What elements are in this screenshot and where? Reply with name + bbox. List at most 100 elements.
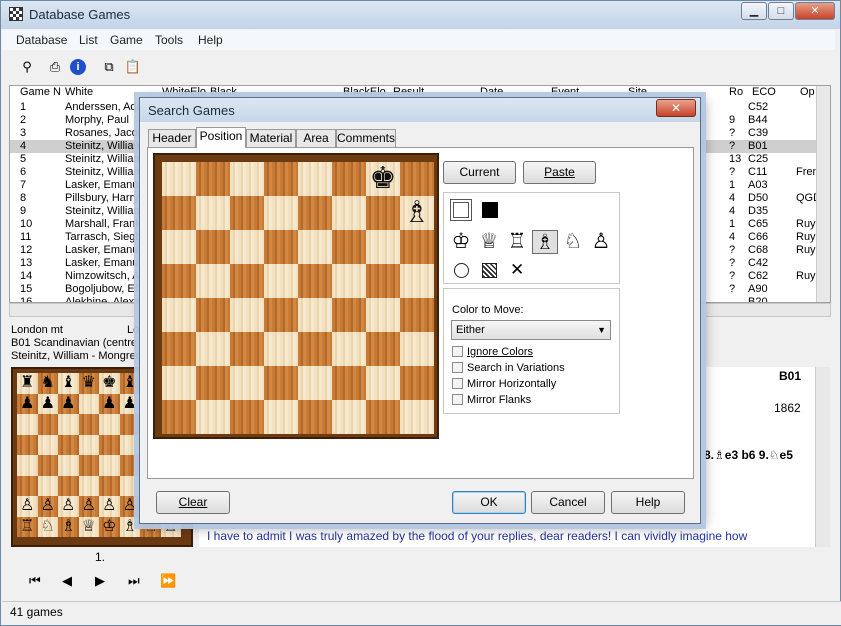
current-button[interactable]: Current [443,161,516,184]
board-square[interactable] [400,230,434,264]
board-square[interactable] [400,162,434,196]
board-square[interactable] [298,196,332,230]
board-square[interactable] [332,332,366,366]
board-square[interactable] [400,298,434,332]
board-square[interactable] [298,366,332,400]
ok-button[interactable]: OK [452,491,526,514]
board-square[interactable] [196,332,230,366]
board-square[interactable] [264,298,298,332]
board-square[interactable] [264,366,298,400]
print-icon[interactable]: ⎙ [46,59,64,75]
board-square[interactable] [162,230,196,264]
last-move-icon[interactable]: ⏭ [128,573,140,589]
cancel-button[interactable]: Cancel [531,491,605,514]
board-square[interactable] [196,162,230,196]
col-eco[interactable]: ECO [752,86,776,100]
search-position-board[interactable]: ♚ ♗ [153,153,439,439]
tab-material[interactable]: Material [246,129,296,147]
board-square[interactable] [298,230,332,264]
board-square[interactable] [196,230,230,264]
board-square[interactable] [366,264,400,298]
board-square[interactable] [332,162,366,196]
board-square[interactable] [230,264,264,298]
board-square[interactable] [264,162,298,196]
board-square[interactable] [196,298,230,332]
board-square[interactable] [400,332,434,366]
mirror-horizontally-checkbox[interactable]: Mirror Horizontally [452,378,556,392]
board-square[interactable] [230,162,264,196]
board-square[interactable] [264,196,298,230]
white-piece-h7[interactable]: ♗ [400,196,434,230]
next-move-icon[interactable]: ▶ [95,573,105,589]
board-square[interactable] [366,196,400,230]
white-color-swatch[interactable] [450,199,472,221]
board-square[interactable] [162,400,196,434]
paste-button[interactable]: Paste [523,161,596,184]
dialog-close-button[interactable]: ✕ [656,99,696,117]
board-square[interactable] [230,400,264,434]
board-square[interactable] [230,230,264,264]
rook-piece-icon[interactable]: ♖ [504,230,530,254]
board-square[interactable] [332,196,366,230]
menu-list[interactable]: List [79,33,98,47]
copy-icon[interactable]: ⧉ [100,59,118,75]
board-square[interactable] [298,400,332,434]
empty-square-icon[interactable] [454,263,469,278]
fast-forward-icon[interactable]: ⏩ [160,573,176,589]
black-color-swatch[interactable] [482,202,498,218]
board-square[interactable] [332,264,366,298]
board-square[interactable] [298,162,332,196]
board-square[interactable] [332,298,366,332]
menu-help[interactable]: Help [198,33,223,47]
board-square[interactable] [196,366,230,400]
board-square[interactable] [230,332,264,366]
color-to-move-select[interactable]: Either ▼ [451,320,611,340]
notes-moves[interactable]: 8.♗e3 b6 9.♘e5 [704,448,793,462]
board-square[interactable] [230,366,264,400]
col-round[interactable]: Ro [729,86,743,100]
tab-header[interactable]: Header [148,129,196,147]
board-square[interactable] [230,298,264,332]
board-square[interactable] [162,196,196,230]
board-square[interactable] [264,264,298,298]
menu-database[interactable]: Database [16,33,67,47]
board-square[interactable] [366,400,400,434]
board-square[interactable] [230,196,264,230]
menu-tools[interactable]: Tools [155,33,183,47]
first-move-icon[interactable]: ⏮ [29,573,41,589]
board-square[interactable] [332,400,366,434]
info-icon[interactable]: i [70,59,86,75]
knight-piece-icon[interactable]: ♘ [560,230,586,254]
board-square[interactable] [366,332,400,366]
board-square[interactable] [400,400,434,434]
board-square[interactable] [332,366,366,400]
board-square[interactable] [264,230,298,264]
black-piece-g8[interactable]: ♚ [366,162,400,196]
board-square[interactable] [298,264,332,298]
board-square[interactable] [298,298,332,332]
ignore-colors-checkbox[interactable]: Ignore Colors [452,346,533,360]
queen-piece-icon[interactable]: ♕ [476,230,502,254]
close-button[interactable]: ✕ [795,2,835,20]
board-square[interactable] [264,400,298,434]
col-white[interactable]: White [65,86,93,100]
search-variations-checkbox[interactable]: Search in Variations [452,362,565,376]
previous-move-icon[interactable]: ◀ [62,573,72,589]
clear-square-icon[interactable]: ✕ [510,260,524,280]
board-square[interactable] [298,332,332,366]
pawn-piece-icon[interactable]: ♙ [588,230,614,254]
board-square[interactable] [366,230,400,264]
board-square[interactable] [162,298,196,332]
notes-scrollbar[interactable] [815,367,830,547]
board-square[interactable] [400,366,434,400]
col-opening[interactable]: Op [800,86,815,100]
board-square[interactable] [366,298,400,332]
board-square[interactable] [162,366,196,400]
tab-comments[interactable]: Comments [336,129,396,147]
paste-icon[interactable]: 📋 [124,59,142,75]
king-piece-icon[interactable]: ♔ [448,230,474,254]
board-square[interactable] [264,332,298,366]
tab-position[interactable]: Position [196,127,246,148]
board-square[interactable] [196,196,230,230]
board-square[interactable] [196,264,230,298]
